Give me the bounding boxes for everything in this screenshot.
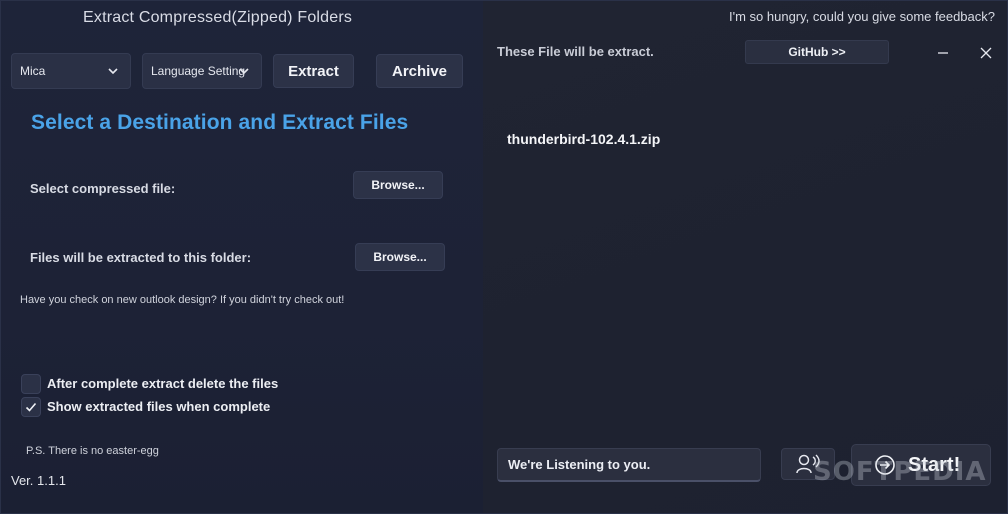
chevron-down-icon xyxy=(239,68,249,75)
close-button[interactable] xyxy=(974,41,998,65)
page-heading: Select a Destination and Extract Files xyxy=(31,111,409,134)
check-icon xyxy=(25,402,37,412)
softpedia-watermark: SOFTPEDIA xyxy=(813,457,987,487)
version-label: Ver. 1.1.1 xyxy=(11,473,66,488)
browse-folder-button[interactable]: Browse... xyxy=(355,243,445,271)
github-button[interactable]: GitHub >> xyxy=(745,40,889,64)
select-file-label: Select compressed file: xyxy=(30,181,176,196)
chevron-down-icon xyxy=(108,68,118,75)
theme-select-value: Mica xyxy=(20,64,46,78)
files-section-label: These File will be extract. xyxy=(497,44,654,59)
browse-file-button[interactable]: Browse... xyxy=(353,171,443,199)
file-list-item[interactable]: thunderbird-102.4.1.zip xyxy=(507,131,660,147)
show-files-label[interactable]: Show extracted files when complete xyxy=(47,399,270,414)
delete-files-checkbox[interactable] xyxy=(21,374,41,394)
app-title: Extract Compressed(Zipped) Folders xyxy=(83,9,353,26)
left-pane: Extract Compressed(Zipped) Folders Mica … xyxy=(1,1,483,513)
theme-select[interactable]: Mica xyxy=(11,53,131,89)
minimize-icon xyxy=(938,52,948,54)
feedback-link[interactable]: I'm so hungry, could you give some feedb… xyxy=(729,9,995,24)
minimize-button[interactable] xyxy=(931,41,955,65)
dest-folder-label: Files will be extracted to this folder: xyxy=(30,250,252,265)
outlook-note: Have you check on new outlook design? If… xyxy=(20,294,345,306)
extract-tab-button[interactable]: Extract xyxy=(273,54,354,88)
delete-files-label[interactable]: After complete extract delete the files xyxy=(47,376,278,391)
close-icon xyxy=(980,47,992,59)
language-select-value: Language Setting xyxy=(151,64,246,78)
feedback-input[interactable]: We're Listening to you. xyxy=(497,448,761,482)
right-pane xyxy=(483,1,1007,513)
archive-tab-button[interactable]: Archive xyxy=(376,54,463,88)
app-window: Extract Compressed(Zipped) Folders Mica … xyxy=(0,0,1008,514)
language-select[interactable]: Language Setting xyxy=(142,53,262,89)
easter-egg-note: P.S. There is no easter-egg xyxy=(26,445,159,457)
show-files-checkbox[interactable] xyxy=(21,397,41,417)
